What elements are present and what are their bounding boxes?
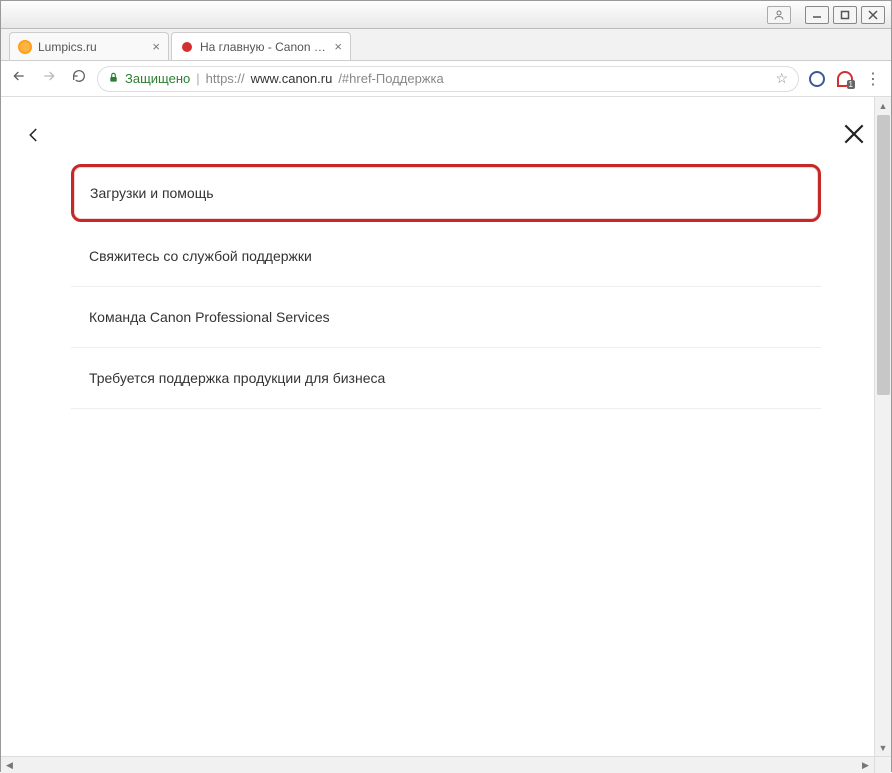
scroll-right-icon[interactable]: ▶ xyxy=(857,757,874,773)
menu-item-label: Команда Canon Professional Services xyxy=(89,309,330,325)
menu-item-label: Требуется поддержка продукции для бизнес… xyxy=(89,370,385,386)
tab-lumpics[interactable]: Lumpics.ru × xyxy=(9,32,169,60)
menu-item-business-support[interactable]: Требуется поддержка продукции для бизнес… xyxy=(71,348,821,409)
window-titlebar xyxy=(1,1,891,29)
close-overlay-button[interactable] xyxy=(841,121,867,152)
user-button[interactable] xyxy=(767,6,791,24)
scroll-corner xyxy=(874,756,891,773)
scroll-down-icon[interactable]: ▼ xyxy=(875,739,891,756)
tab-title: На главную - Canon Рос xyxy=(200,40,328,54)
page-content: Загрузки и помощь Свяжитесь со службой п… xyxy=(1,97,891,773)
forward-button[interactable] xyxy=(41,68,57,89)
back-button[interactable] xyxy=(11,68,27,89)
address-bar[interactable]: Защищено | https:// www.canon.ru /#href-По… xyxy=(97,66,799,92)
bookmark-star-icon[interactable]: ☆ xyxy=(775,70,788,87)
horizontal-scrollbar[interactable]: ◀ ▶ xyxy=(1,756,874,773)
scroll-up-icon[interactable]: ▲ xyxy=(875,97,891,114)
extension-adblock-icon[interactable] xyxy=(837,71,853,87)
minimize-button[interactable] xyxy=(805,6,829,24)
close-window-button[interactable] xyxy=(861,6,885,24)
nav-controls xyxy=(11,68,87,89)
url-separator: | xyxy=(196,71,199,86)
menu-item-label: Свяжитесь со службой поддержки xyxy=(89,248,312,264)
url-host: www.canon.ru xyxy=(251,71,333,86)
overlay-header xyxy=(1,121,891,164)
browser-toolbar: Защищено | https:// www.canon.ru /#href-По… xyxy=(1,61,891,97)
maximize-button[interactable] xyxy=(833,6,857,24)
browser-menu-button[interactable]: ⋮ xyxy=(865,69,881,89)
tab-title: Lumpics.ru xyxy=(38,40,146,54)
back-chevron-button[interactable] xyxy=(25,121,43,154)
url-path: /#href-Поддержка xyxy=(338,71,443,86)
reload-button[interactable] xyxy=(71,68,87,89)
favicon-icon xyxy=(18,40,32,54)
scroll-thumb[interactable] xyxy=(877,115,890,395)
extension-icon[interactable] xyxy=(809,71,825,87)
menu-item-label: Загрузки и помощь xyxy=(90,185,214,201)
tab-canon[interactable]: На главную - Canon Рос × xyxy=(171,32,351,60)
menu-item-downloads-help[interactable]: Загрузки и помощь xyxy=(71,164,821,222)
scroll-left-icon[interactable]: ◀ xyxy=(1,757,18,773)
favicon-icon xyxy=(182,42,192,52)
menu-item-contact-support[interactable]: Свяжитесь со службой поддержки xyxy=(71,226,821,287)
url-protocol: https:// xyxy=(206,71,245,86)
tabstrip: Lumpics.ru × На главную - Canon Рос × xyxy=(1,29,891,61)
close-tab-icon[interactable]: × xyxy=(334,39,342,54)
toolbar-right: ⋮ xyxy=(809,69,881,89)
menu-item-cps-team[interactable]: Команда Canon Professional Services xyxy=(71,287,821,348)
secure-label: Защищено xyxy=(125,71,190,86)
vertical-scrollbar[interactable]: ▲ ▼ xyxy=(874,97,891,756)
support-menu: Загрузки и помощь Свяжитесь со службой п… xyxy=(1,164,891,409)
viewport: Загрузки и помощь Свяжитесь со службой п… xyxy=(1,97,891,773)
close-tab-icon[interactable]: × xyxy=(152,39,160,54)
lock-icon xyxy=(108,71,119,87)
